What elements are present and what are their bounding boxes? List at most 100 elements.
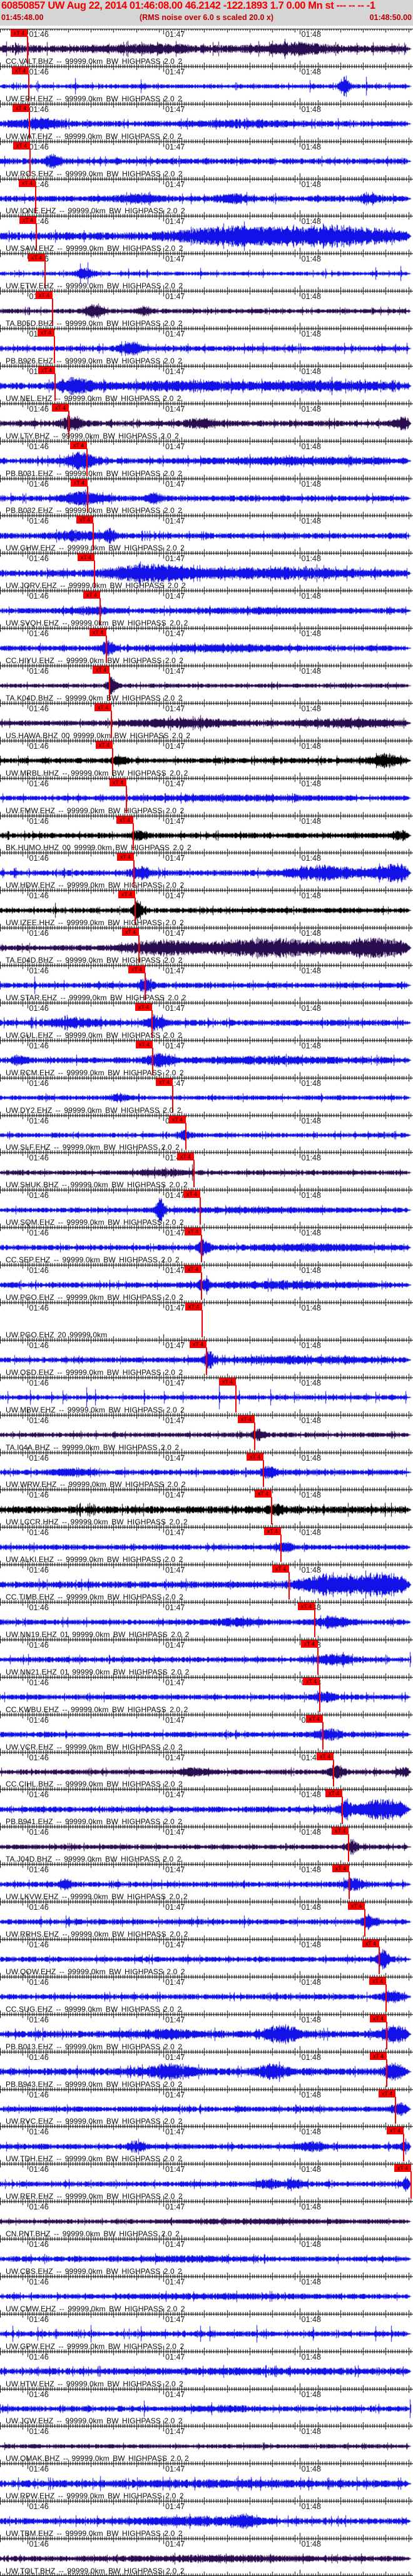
pick-flag[interactable]: xT 4	[394, 2164, 411, 2173]
pick-flag[interactable]: xT 4	[38, 329, 54, 337]
time-tick-label: 01:48	[301, 1378, 321, 1387]
trace-row: 01:46 01:47 01:48 xT 4 PB.B943.EHZ -- 99999.…	[0, 2052, 413, 2089]
pick-flag[interactable]: xT 4	[38, 366, 55, 374]
pick-flag[interactable]: xT 4	[238, 1415, 255, 1423]
pick-flag[interactable]: xT 4	[93, 666, 110, 674]
pick-flag[interactable]: xT 4	[169, 1115, 186, 1123]
pick-flag[interactable]: xT 4	[96, 741, 113, 749]
pick-time-line[interactable]	[206, 1347, 207, 1375]
pick-time-line[interactable]	[364, 1909, 365, 1937]
pick-flag[interactable]: xT 4	[76, 516, 93, 524]
pick-flag[interactable]: xT 4	[11, 29, 28, 37]
pick-time-line[interactable]	[386, 2059, 387, 2087]
pick-time-line[interactable]	[254, 1422, 255, 1450]
pick-flag[interactable]: xT 4	[185, 1228, 201, 1236]
pick-flag[interactable]: xT 4	[78, 554, 94, 562]
pick-time-line[interactable]	[201, 1272, 202, 1300]
pick-time-line[interactable]	[271, 1497, 272, 1525]
pick-time-line[interactable]	[288, 1572, 290, 1600]
pick-time-line[interactable]	[386, 2021, 387, 2049]
pick-time-line[interactable]	[410, 2171, 412, 2199]
pick-flag[interactable]: xT 4	[70, 441, 87, 449]
pick-flag[interactable]: xT 4	[332, 1865, 349, 1873]
pick-flag[interactable]: xT 4	[36, 292, 53, 300]
pick-flag[interactable]: xT 4	[348, 1902, 365, 1910]
pick-flag[interactable]: xT 4	[219, 1377, 236, 1386]
pick-time-line[interactable]	[193, 1160, 195, 1188]
pick-time-line[interactable]	[348, 1834, 349, 1862]
pick-flag[interactable]: xT 4	[301, 1640, 318, 1648]
pick-time-line[interactable]	[385, 1984, 387, 2012]
pick-flag[interactable]: xT 4	[12, 66, 29, 74]
pick-time-line[interactable]	[201, 1235, 202, 1263]
pick-time-line[interactable]	[314, 1610, 315, 1637]
pick-time-line[interactable]	[333, 1759, 334, 1787]
pick-flag[interactable]: xT 4	[247, 1453, 263, 1461]
pick-flag[interactable]: xT 4	[94, 703, 111, 711]
pick-flag[interactable]: xT 4	[306, 1715, 323, 1723]
time-tick-label: 01:47	[165, 629, 185, 639]
pick-time-line[interactable]	[185, 1122, 186, 1150]
time-tick-label: 01:48	[301, 2465, 321, 2474]
pick-flag[interactable]: xT 4	[116, 816, 133, 824]
pick-flag[interactable]: xT 4	[52, 403, 69, 412]
pick-flag[interactable]: xT 4	[156, 1078, 173, 1086]
pick-flag[interactable]: xT 4	[71, 479, 88, 487]
station-channel-label: UW.MBW.EHZ -- 99999.0km BW HIGHPASS 2.0 …	[6, 1405, 185, 1414]
pick-time-line[interactable]	[349, 1872, 350, 1900]
time-tick-label: 01:46	[29, 1003, 49, 1013]
pick-flag[interactable]: xT 4	[83, 591, 100, 599]
pick-flag[interactable]: xT 4	[264, 1528, 281, 1536]
pick-flag[interactable]: xT 4	[122, 928, 139, 936]
pick-flag[interactable]: xT 4	[369, 1977, 386, 1985]
pick-flag[interactable]: xT 4	[298, 1603, 315, 1611]
pick-time-line[interactable]	[403, 2134, 404, 2162]
pick-flag[interactable]: xT 4	[332, 1827, 349, 1835]
pick-time-line[interactable]	[280, 1534, 282, 1563]
trace-row: 01:46 01:47 01:48 xT 4 UW.SHUK.BHZ -- 99999.…	[0, 1152, 413, 1190]
pick-flag[interactable]: xT 4	[19, 216, 36, 225]
pick-flag[interactable]: xT 4	[128, 966, 145, 974]
pick-time-line[interactable]	[322, 1722, 324, 1750]
pick-flag[interactable]: xT 4	[177, 1153, 194, 1161]
pick-time-line[interactable]	[395, 2096, 396, 2124]
pick-flag[interactable]: xT 4	[13, 141, 30, 150]
pick-flag[interactable]: xT 4	[136, 1040, 153, 1048]
pick-flag[interactable]: xT 4	[272, 1565, 289, 1573]
pick-flag[interactable]: xT 4	[89, 629, 106, 637]
time-tick-label: 01:47	[165, 1378, 185, 1387]
pick-time-line[interactable]	[235, 1384, 237, 1412]
pick-flag[interactable]: xT 4	[185, 1265, 201, 1274]
pick-flag[interactable]: xT 4	[185, 1303, 202, 1311]
pick-flag[interactable]: xT 4	[303, 1677, 320, 1685]
pick-flag[interactable]: xT 4	[387, 2127, 404, 2135]
pick-flag[interactable]: xT 4	[117, 853, 134, 861]
time-tick-label: 01:47	[165, 966, 185, 976]
pick-time-line[interactable]	[200, 1197, 201, 1225]
pick-flag[interactable]: xT 4	[317, 1752, 334, 1760]
pick-time-line[interactable]	[317, 1646, 319, 1675]
pick-time-line[interactable]	[201, 1310, 203, 1337]
pick-flag[interactable]: xT 4	[362, 1940, 379, 1947]
time-tick-label: 01:46	[29, 30, 49, 39]
time-tick-label: 01:47	[165, 1977, 185, 1987]
pick-flag[interactable]: xT 4	[13, 104, 29, 112]
pick-time-line[interactable]	[263, 1459, 264, 1488]
pick-time-line[interactable]	[342, 1797, 343, 1825]
pick-flag[interactable]: xT 4	[110, 778, 126, 786]
pick-flag[interactable]: xT 4	[370, 2014, 387, 2022]
pick-flag[interactable]: xT 4	[379, 2089, 395, 2097]
pick-flag[interactable]: xT 4	[118, 891, 135, 899]
pick-time-line[interactable]	[319, 1684, 320, 1712]
time-tick-label: 01:48	[301, 517, 321, 526]
pick-flag[interactable]: xT 4	[190, 1340, 206, 1348]
pick-flag[interactable]: xT 4	[255, 1490, 272, 1498]
pick-flag[interactable]: xT 4	[183, 1190, 200, 1199]
pick-flag[interactable]: xT 4	[19, 179, 36, 187]
time-tick-label: 01:47	[165, 2165, 185, 2174]
pick-flag[interactable]: xT 4	[28, 254, 45, 262]
pick-flag[interactable]: xT 4	[370, 2052, 387, 2060]
pick-time-line[interactable]	[379, 1947, 380, 1974]
pick-flag[interactable]: xT 4	[325, 1790, 342, 1798]
pick-flag[interactable]: xT 4	[135, 1003, 152, 1011]
